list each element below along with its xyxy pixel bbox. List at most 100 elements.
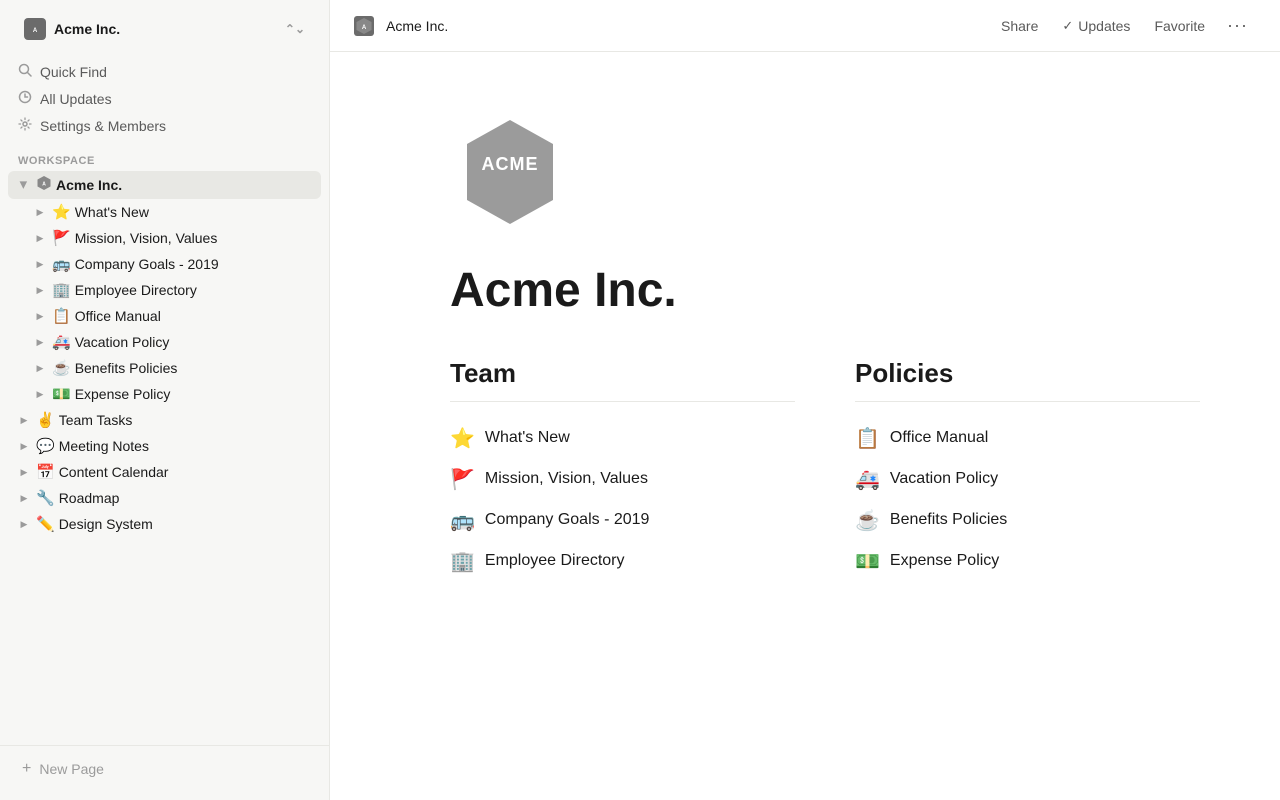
quick-find-label: Quick Find [40, 64, 107, 80]
team-column-title: Team [450, 358, 795, 402]
policies-column: Policies 📋 Office Manual 🚑 Vacation Poli… [855, 358, 1200, 582]
link-office-manual[interactable]: 📋 Office Manual [855, 418, 1200, 459]
link-employee-dir-text: Employee Directory [485, 552, 625, 570]
team-tasks-label: Team Tasks [59, 412, 133, 428]
link-whats-new-text: What's New [485, 429, 570, 447]
workspace-logo: A [24, 18, 46, 40]
company-goals-label: Company Goals - 2019 [75, 256, 219, 272]
pencil-icon: ✏️ [36, 515, 55, 533]
chevron-right-icon: ▶ [32, 282, 48, 298]
more-options-button[interactable]: ··· [1219, 10, 1256, 41]
benefits-label: Benefits Policies [75, 360, 178, 376]
clock-icon [18, 90, 32, 107]
coffee-icon: ☕ [52, 359, 71, 377]
settings-item[interactable]: Settings & Members [8, 112, 321, 139]
sidebar-item-benefits[interactable]: ▶ ☕ Benefits Policies [8, 355, 321, 381]
acme-logo-icon: A [36, 175, 52, 195]
workspace-section-label: WORKSPACE [0, 143, 329, 171]
link-whats-new[interactable]: ⭐ What's New [450, 418, 795, 459]
star-emoji: ⭐ [450, 426, 475, 451]
page-logo: ACME [450, 112, 1200, 237]
chevron-right-icon: ▶ [32, 204, 48, 220]
calendar-icon: 📅 [36, 463, 55, 481]
new-page-label: New Page [39, 761, 104, 777]
whats-new-label: What's New [75, 204, 149, 220]
sidebar-item-office-manual[interactable]: ▶ 📋 Office Manual [8, 303, 321, 329]
search-icon [18, 63, 32, 80]
link-mission-text: Mission, Vision, Values [485, 470, 648, 488]
sidebar-item-content-calendar[interactable]: ▶ 📅 Content Calendar [8, 459, 321, 485]
content-calendar-label: Content Calendar [59, 464, 169, 480]
clipboard-icon: 📋 [52, 307, 71, 325]
sidebar-item-mission[interactable]: ▶ 🚩 Mission, Vision, Values [8, 225, 321, 251]
sidebar-header: A Acme Inc. ⌃⌄ [0, 0, 329, 54]
topbar-actions: Share ✓ Updates Favorite ··· [991, 10, 1256, 41]
content-area: ACME Acme Inc. Team ⭐ What's New 🚩 Missi… [330, 52, 1280, 800]
chevron-right-icon: ▶ [32, 360, 48, 376]
link-mission[interactable]: 🚩 Mission, Vision, Values [450, 459, 795, 500]
bus-icon: 🚌 [52, 255, 71, 273]
sidebar-item-roadmap[interactable]: ▶ 🔧 Roadmap [8, 485, 321, 511]
settings-label: Settings & Members [40, 118, 166, 134]
all-updates-item[interactable]: All Updates [8, 85, 321, 112]
sidebar-item-acme[interactable]: ▶ A Acme Inc. [8, 171, 321, 199]
sidebar-item-team-tasks[interactable]: ▶ ✌️ Team Tasks [8, 407, 321, 433]
sidebar-item-whats-new[interactable]: ▶ ⭐ What's New [8, 199, 321, 225]
flag-emoji: 🚩 [450, 467, 475, 492]
office-manual-label: Office Manual [75, 308, 161, 324]
sidebar-item-expense[interactable]: ▶ 💵 Expense Policy [8, 381, 321, 407]
quick-find-item[interactable]: Quick Find [8, 58, 321, 85]
sidebar-nav: Quick Find All Updates Settings & Member… [0, 54, 329, 143]
more-icon: ··· [1227, 15, 1248, 36]
topbar-title: Acme Inc. [386, 18, 448, 34]
roadmap-label: Roadmap [59, 490, 120, 506]
workspace-chevron-icon: ⌃⌄ [285, 22, 305, 36]
ambulance-icon: 🚑 [52, 333, 71, 351]
top-bar: A Acme Inc. Share ✓ Updates Favorite ··· [330, 0, 1280, 52]
main-panel: A Acme Inc. Share ✓ Updates Favorite ··· [330, 0, 1280, 800]
acme-label: Acme Inc. [56, 177, 122, 193]
coffee-emoji: ☕ [855, 508, 880, 533]
link-employee-dir[interactable]: 🏢 Employee Directory [450, 541, 795, 582]
new-page-button[interactable]: + New Page [12, 754, 317, 784]
updates-button[interactable]: ✓ Updates [1052, 13, 1140, 39]
topbar-logo: A [354, 16, 374, 36]
workspace-title[interactable]: A Acme Inc. ⌃⌄ [14, 12, 315, 46]
employee-dir-label: Employee Directory [75, 282, 197, 298]
mission-label: Mission, Vision, Values [75, 230, 218, 246]
share-label: Share [1001, 18, 1038, 34]
svg-text:A: A [362, 25, 367, 31]
sidebar-item-employee-dir[interactable]: ▶ 🏢 Employee Directory [8, 277, 321, 303]
favorite-button[interactable]: Favorite [1144, 13, 1215, 39]
workspace-name: Acme Inc. [54, 21, 120, 37]
page-title: Acme Inc. [450, 265, 1200, 318]
link-vacation-policy-text: Vacation Policy [890, 470, 998, 488]
link-benefits[interactable]: ☕ Benefits Policies [855, 500, 1200, 541]
link-company-goals[interactable]: 🚌 Company Goals - 2019 [450, 500, 795, 541]
sidebar-item-vacation-policy[interactable]: ▶ 🚑 Vacation Policy [8, 329, 321, 355]
peace-icon: ✌️ [36, 411, 55, 429]
chevron-right-icon: ▶ [32, 256, 48, 272]
design-system-label: Design System [59, 516, 153, 532]
link-vacation-policy[interactable]: 🚑 Vacation Policy [855, 459, 1200, 500]
sidebar-item-design-system[interactable]: ▶ ✏️ Design System [8, 511, 321, 537]
gear-icon [18, 117, 32, 134]
chevron-right-icon: ▶ [32, 230, 48, 246]
share-button[interactable]: Share [991, 13, 1048, 39]
flag-icon: 🚩 [52, 229, 71, 247]
ambulance-emoji: 🚑 [855, 467, 880, 492]
bus-emoji: 🚌 [450, 508, 475, 533]
page-columns: Team ⭐ What's New 🚩 Mission, Vision, Val… [450, 358, 1200, 582]
clipboard-emoji: 📋 [855, 426, 880, 451]
speech-icon: 💬 [36, 437, 55, 455]
sidebar: A Acme Inc. ⌃⌄ Quick Find [0, 0, 330, 800]
sidebar-item-company-goals[interactable]: ▶ 🚌 Company Goals - 2019 [8, 251, 321, 277]
meeting-notes-label: Meeting Notes [59, 438, 149, 454]
svg-text:A: A [42, 182, 46, 188]
team-column: Team ⭐ What's New 🚩 Mission, Vision, Val… [450, 358, 795, 582]
link-expense[interactable]: 💵 Expense Policy [855, 541, 1200, 582]
sidebar-footer: + New Page [0, 745, 329, 800]
sidebar-item-meeting-notes[interactable]: ▶ 💬 Meeting Notes [8, 433, 321, 459]
chevron-right-icon: ▶ [32, 308, 48, 324]
svg-text:A: A [33, 28, 38, 34]
